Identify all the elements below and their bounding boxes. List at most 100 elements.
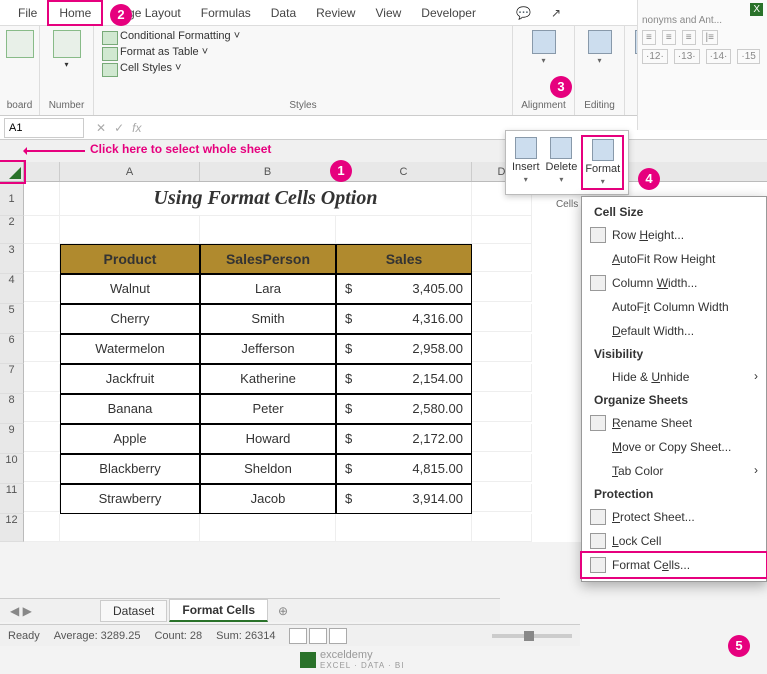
item-format-cells[interactable]: Format Cells... bbox=[582, 553, 766, 577]
col-header-b[interactable]: B bbox=[200, 162, 336, 181]
cell-sales[interactable]: $3,405.00 bbox=[336, 274, 472, 304]
fx-icon[interactable]: fx bbox=[132, 121, 141, 135]
row-header[interactable]: 12 bbox=[0, 514, 24, 542]
menu-review[interactable]: Review bbox=[306, 2, 365, 24]
clipboard-icon[interactable] bbox=[6, 30, 34, 58]
select-all-triangle[interactable] bbox=[0, 162, 24, 182]
cancel-icon[interactable]: ✕ bbox=[96, 121, 106, 135]
mini-format[interactable]: Format▾ bbox=[583, 137, 622, 188]
align-icon[interactable]: ≡ bbox=[662, 30, 676, 45]
menu-view[interactable]: View bbox=[365, 2, 411, 24]
title-cell[interactable]: Using Format Cells Option bbox=[60, 182, 472, 216]
cell-styles[interactable]: Cell Styles ˅ bbox=[102, 62, 181, 74]
alignment-icon[interactable] bbox=[532, 30, 556, 54]
menu-home[interactable]: Home bbox=[47, 0, 103, 26]
menu-developer[interactable]: Developer bbox=[411, 2, 486, 24]
row-header[interactable]: 5 bbox=[0, 304, 24, 334]
tbl-header-person[interactable]: SalesPerson bbox=[200, 244, 336, 274]
cell-product[interactable]: Walnut bbox=[60, 274, 200, 304]
align-icon[interactable]: ≡ bbox=[682, 30, 696, 45]
format-context-menu: Cell Size Row Height... AutoFit Row Heig… bbox=[581, 196, 767, 582]
cell-sales[interactable]: $2,154.00 bbox=[336, 364, 472, 394]
tab-format-cells[interactable]: Format Cells bbox=[169, 599, 268, 622]
col-header-c[interactable]: C bbox=[336, 162, 472, 181]
cells-mini-toolbar: Insert▾ Delete▾ Format▾ Cells bbox=[505, 130, 629, 195]
menu-comments-icon[interactable]: 💬 bbox=[506, 2, 541, 24]
cell-person[interactable]: Lara bbox=[200, 274, 336, 304]
cell-person[interactable]: Jacob bbox=[200, 484, 336, 514]
row-header[interactable]: 2 bbox=[0, 216, 24, 244]
zoom-slider[interactable] bbox=[492, 634, 572, 638]
row-header[interactable]: 8 bbox=[0, 394, 24, 424]
annotation-text: Click here to select whole sheet bbox=[90, 142, 271, 156]
delete-icon bbox=[550, 137, 572, 159]
cell-person[interactable]: Smith bbox=[200, 304, 336, 334]
cell-product[interactable]: Blackberry bbox=[60, 454, 200, 484]
clipboard-label: board bbox=[7, 100, 33, 111]
cell-sales[interactable]: $4,316.00 bbox=[336, 304, 472, 334]
row-header[interactable]: 6 bbox=[0, 334, 24, 364]
cell-product[interactable]: Cherry bbox=[60, 304, 200, 334]
annotation-row: Click here to select whole sheet bbox=[0, 140, 767, 162]
item-row-height[interactable]: Row Height... bbox=[582, 223, 766, 247]
cell-sales[interactable]: $2,580.00 bbox=[336, 394, 472, 424]
item-autofit-row[interactable]: AutoFit Row Height bbox=[582, 247, 766, 271]
mini-insert[interactable]: Insert▾ bbox=[512, 137, 540, 188]
row-header[interactable]: 9 bbox=[0, 424, 24, 454]
cell-product[interactable]: Banana bbox=[60, 394, 200, 424]
name-box[interactable] bbox=[4, 118, 84, 138]
cell-person[interactable]: Jefferson bbox=[200, 334, 336, 364]
status-ready: Ready bbox=[8, 630, 40, 642]
item-col-width[interactable]: Column Width... bbox=[582, 271, 766, 295]
tab-add[interactable]: ⊕ bbox=[270, 601, 296, 621]
menu-formulas[interactable]: Formulas bbox=[191, 2, 261, 24]
view-icons[interactable] bbox=[289, 628, 347, 644]
styles-label: Styles bbox=[289, 100, 316, 111]
section-organize: Organize Sheets bbox=[582, 389, 766, 411]
mini-cells-label: Cells bbox=[556, 199, 578, 210]
row-header[interactable]: 3 bbox=[0, 244, 24, 274]
cell-product[interactable]: Jackfruit bbox=[60, 364, 200, 394]
section-cellsize: Cell Size bbox=[582, 201, 766, 223]
row-header[interactable]: 1 bbox=[0, 182, 24, 216]
conditional-formatting[interactable]: Conditional Formatting ˅ bbox=[102, 30, 240, 42]
editing-icon[interactable] bbox=[588, 30, 612, 54]
menu-share-icon[interactable]: ↗ bbox=[541, 2, 571, 24]
row-header[interactable]: 4 bbox=[0, 274, 24, 304]
row-header[interactable]: 11 bbox=[0, 484, 24, 514]
col-header-spacer[interactable] bbox=[24, 162, 60, 181]
item-default-width[interactable]: Default Width... bbox=[582, 319, 766, 343]
cell-person[interactable]: Howard bbox=[200, 424, 336, 454]
mini-delete[interactable]: Delete▾ bbox=[546, 137, 578, 188]
number-icon[interactable] bbox=[53, 30, 81, 58]
cell-person[interactable]: Katherine bbox=[200, 364, 336, 394]
item-autofit-col[interactable]: AutoFit Column Width bbox=[582, 295, 766, 319]
cell-product[interactable]: Apple bbox=[60, 424, 200, 454]
menu-file[interactable]: File bbox=[8, 2, 47, 24]
cell-person[interactable]: Sheldon bbox=[200, 454, 336, 484]
item-lock-cell[interactable]: Lock Cell bbox=[582, 529, 766, 553]
item-rename-sheet[interactable]: Rename Sheet bbox=[582, 411, 766, 435]
cell-product[interactable]: Strawberry bbox=[60, 484, 200, 514]
cell-sales[interactable]: $2,958.00 bbox=[336, 334, 472, 364]
cell-sales[interactable]: $3,914.00 bbox=[336, 484, 472, 514]
align-icon[interactable]: ≡ bbox=[642, 30, 656, 45]
item-hide-unhide[interactable]: Hide & Unhide bbox=[582, 365, 766, 389]
cell-person[interactable]: Peter bbox=[200, 394, 336, 424]
format-as-table[interactable]: Format as Table ˅ bbox=[102, 46, 208, 58]
tbl-header-sales[interactable]: Sales bbox=[336, 244, 472, 274]
tab-dataset[interactable]: Dataset bbox=[100, 600, 167, 622]
menu-data[interactable]: Data bbox=[261, 2, 306, 24]
col-header-a[interactable]: A bbox=[60, 162, 200, 181]
enter-icon[interactable]: ✓ bbox=[114, 121, 124, 135]
row-header[interactable]: 10 bbox=[0, 454, 24, 484]
insert-icon bbox=[515, 137, 537, 159]
tbl-header-product[interactable]: Product bbox=[60, 244, 200, 274]
cell-sales[interactable]: $4,815.00 bbox=[336, 454, 472, 484]
item-tab-color[interactable]: Tab Color bbox=[582, 459, 766, 483]
item-protect-sheet[interactable]: Protect Sheet... bbox=[582, 505, 766, 529]
cell-sales[interactable]: $2,172.00 bbox=[336, 424, 472, 454]
cell-product[interactable]: Watermelon bbox=[60, 334, 200, 364]
item-move-copy[interactable]: Move or Copy Sheet... bbox=[582, 435, 766, 459]
row-header[interactable]: 7 bbox=[0, 364, 24, 394]
